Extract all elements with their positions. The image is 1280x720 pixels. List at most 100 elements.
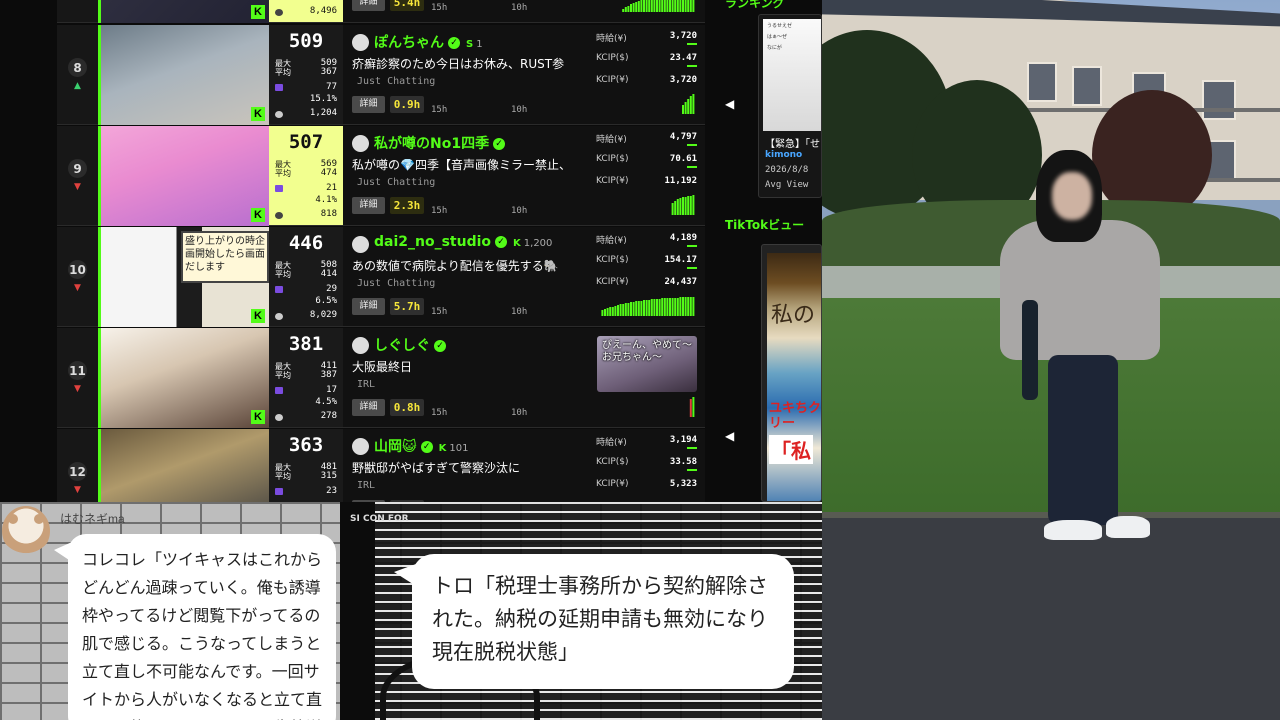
streamer-name[interactable]: 山岡😺 ✓ K 101 [374,436,468,456]
leaderboard-row[interactable]: 11 ▼ K 381 最大 平均 411 387 17 4.5% 278 しぐしぐ ✓ 大阪最終日 IRL 詳… [0,328,822,429]
verified-icon: ✓ [420,441,433,453]
person-face-blurred [1052,172,1092,220]
streamer-avatar[interactable] [352,34,369,51]
trend-up-icon: ▲ [74,81,81,91]
hourly-value: 4,189 [669,233,697,243]
sparkline-bar [679,198,682,215]
sparkline-bar [676,298,679,316]
sparkline-bar [653,0,656,12]
sparkline-bar [689,297,692,316]
sparkline-bar [632,302,635,316]
sparkline-bar [661,0,664,12]
sparkline-bar [606,308,609,316]
kcip-jpy-value: 24,437 [664,277,697,287]
hourly-label: 時給(¥) [596,135,627,145]
sparkline-bar [687,99,690,114]
sub-percentage: 4.1% [315,195,337,205]
kcip-jpy-label: KCIP(¥) [596,479,629,489]
leaderboard-row[interactable]: 12▼K363最大平均48131523山岡😺✓K101野獣邸がやばすぎて警察沙汰… [0,429,822,502]
rank-cell [57,0,98,23]
leaderboard-row[interactable]: 8 ▲ K 509 最大 平均 509 367 77 15.1% 1,204 ぽんちゃん ✓ S 1 疥癬診察… [0,25,822,126]
sparkline-bar [687,297,690,316]
featured-video-thumbnail: うるせえゼ はぁ〜ぜ なにが [763,19,821,131]
sparkline-bar [676,199,679,215]
streamer-name[interactable]: dai2_no_studio ✓ K 1,200 [374,234,552,250]
streamer-avatar[interactable] [352,236,369,253]
streamer-name[interactable]: ぽんちゃん ✓ S 1 [374,32,483,52]
stream-title: あの数値で病院より配信を優先する🐘 [352,259,559,273]
axis-label-15h: 15h [431,105,448,115]
featured-video-card[interactable]: うるせえゼはぁ〜ぜなにが 【緊急】「せい kimono 2026/8/8 Avg… [758,14,822,198]
follower-info [452,342,455,353]
sparkline-bar [658,0,661,12]
manga-band [340,502,375,720]
subscriber-icon [275,185,283,192]
avg-viewers: 474 [320,168,337,178]
viewer-stats: 最大平均15.4%8,496 [269,0,343,23]
leaderboard-row[interactable]: 9 ▼ K 507 最大 平均 569 474 21 4.1% 818 私が噂のNo1四季 ✓ 私が噂の💎… [0,126,822,227]
detail-button[interactable]: 詳細 [352,96,385,113]
rank-number: 10 [57,260,98,279]
stream-info: 山岡😺✓K101野獣邸がやばすぎて警察沙汰にIRL詳細15h10h5h [343,429,593,502]
trend-down-icon: ▼ [74,283,81,293]
tiktok-section-heading: TikTokビュー [725,218,805,232]
streamer-name[interactable]: 私が噂のNo1四季 ✓ [374,133,514,153]
sparkline-bar [622,9,625,12]
viewer-sparkline [601,297,695,316]
streamer-avatar[interactable] [352,337,369,354]
tiktok-video-thumbnail: 私の ユキちクリー 「私 [767,253,822,501]
stream-category: IRL [357,480,376,491]
streamer-name[interactable]: しぐしぐ ✓ [374,335,455,355]
rank-cell: 8 ▲ [57,25,98,125]
photo-window [1202,80,1236,120]
tiktok-video-card[interactable]: 私の ユキちクリー 「私 [761,244,822,502]
sparkline-bar [637,301,640,316]
stream-thumbnail[interactable]: K [98,328,269,428]
kcip-usd-label: KCIP($) [596,457,629,467]
leaderboard-row[interactable]: K最大平均15.4%8,496✓詳細5.4h15h10h5h時給(¥)KCIP(… [0,0,822,24]
detail-button[interactable]: 詳細 [352,197,385,214]
max-label: 最大 [275,463,291,472]
clip-preview[interactable]: ぴえーん、やめて〜お兄ちゃん〜 [597,336,697,392]
stream-thumbnail[interactable]: K [98,25,269,125]
detail-button[interactable]: 詳細 [352,298,385,315]
featured-video-user[interactable]: kimono [765,150,802,160]
hourly-bar [687,245,697,247]
streamer-avatar[interactable] [352,135,369,152]
streamer-avatar[interactable] [352,438,369,455]
person-shoe [1106,516,1150,538]
detail-button[interactable]: 詳細 [352,399,385,416]
sparkline-bar [692,297,695,316]
viewer-count: 507 [288,131,324,153]
streamer-leaderboard: K最大平均15.4%8,496✓詳細5.4h15h10h5h時給(¥)KCIP(… [0,0,822,502]
sparkline-bar [648,0,651,12]
leaderboard-row[interactable]: 10 ▼ 盛り上がりの時企画開始したら画面だします K 446 最大 平均 508 414 29 6… [0,227,822,328]
sparkline-bar [669,298,671,316]
kcip-jpy-label: KCIP(¥) [596,176,629,186]
kcip-usd-bar [687,469,697,471]
hourly-label: 時給(¥) [596,438,627,448]
sparkline-bar [632,3,635,12]
axis-label-15h: 15h [431,307,448,317]
stream-info: ✓詳細5.4h15h10h5h [343,0,611,23]
chat-count: 1,204 [309,108,337,118]
kick-icon: K [251,208,265,222]
comment-bubble-1: コレコレ「ツイキャスはこれからどんどん過疎っていく。俺も誘導枠やってるけど閲覧下… [54,534,336,720]
avg-label: 平均 [275,270,291,279]
stream-thumbnail[interactable]: 盛り上がりの時企画開始したら画面だします K [98,227,269,327]
sparkline-bar [622,304,625,316]
sparkline-bar [689,399,692,417]
tiktok-thumb-red-text: ユキちクリー [769,401,822,431]
stream-thumbnail[interactable]: K [98,429,269,502]
verified-icon: ✓ [495,236,508,248]
kcip-usd-label: KCIP($) [596,53,629,63]
chat-count: 8,496 [309,6,337,16]
detail-button[interactable]: 詳細 [352,0,385,11]
sparkline-bar [648,300,651,316]
stream-thumbnail[interactable]: K [98,0,269,23]
hourly-value: 3,194 [669,435,697,445]
axis-label-10h: 10h [511,3,528,13]
rank-cell: 11 ▼ [57,328,98,428]
stream-thumbnail[interactable]: K [98,126,269,226]
chat-count: 8,029 [309,310,337,320]
